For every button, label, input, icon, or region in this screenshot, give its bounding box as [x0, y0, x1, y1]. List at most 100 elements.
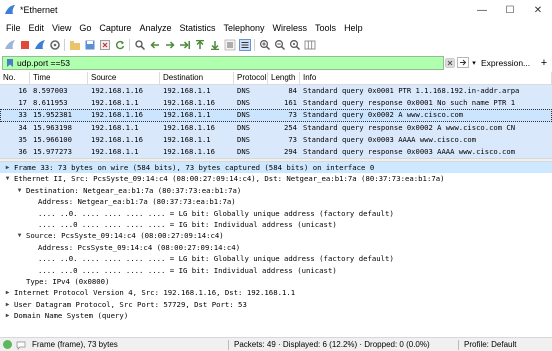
- find-packet-icon[interactable]: [134, 39, 146, 51]
- colorize-icon[interactable]: [238, 39, 251, 51]
- packet-row[interactable]: 34 15.963198 192.168.1.1 192.168.1.16 DNS 254…: [0, 121, 552, 134]
- menu-tools[interactable]: Tools: [311, 20, 340, 36]
- detail-tree-text: Destination: Netgear_ea:b1:7a (80:37:73:…: [26, 185, 242, 195]
- packet-destination: 192.168.1.1: [163, 134, 211, 144]
- detail-tree-text: .... ..0. .... .... .... .... = LG bit: …: [38, 254, 394, 264]
- detail-tree-item[interactable]: ▶ Frame 33: 73 bytes on wire (584 bits), …: [0, 162, 552, 174]
- detail-tree-item[interactable]: ▼ Source: PcsSyste_09:14:c4 (08:00:27:09:…: [0, 230, 552, 241]
- maximize-button[interactable]: ☐: [496, 0, 524, 20]
- column-header-time[interactable]: Time: [30, 72, 88, 84]
- display-filter-bar: udp.port ==53 ▾ Expression... +: [0, 55, 552, 71]
- close-button[interactable]: ✕: [524, 0, 552, 20]
- detail-tree-item[interactable]: Type: IPv4 (0x0800): [0, 276, 552, 287]
- expression-button[interactable]: Expression...: [481, 56, 530, 70]
- detail-tree-item[interactable]: .... ..0. .... .... .... .... = LG bit: …: [0, 253, 552, 264]
- go-back-icon[interactable]: [149, 39, 161, 51]
- zoom-in-icon[interactable]: [259, 39, 271, 51]
- column-header-protocol[interactable]: Protocol: [234, 72, 268, 84]
- detail-tree-item[interactable]: .... ...0 .... .... .... .... = IG bit: …: [0, 219, 552, 230]
- packet-length: 161: [284, 98, 297, 108]
- packet-protocol: DNS: [237, 146, 250, 156]
- detail-tree-text: Type: IPv4 (0x0800): [26, 276, 110, 286]
- column-header-no[interactable]: No.: [0, 72, 30, 84]
- packet-row[interactable]: 16 8.597003 192.168.1.16 192.168.1.1 DNS 84 St…: [0, 85, 552, 98]
- column-header-destination[interactable]: Destination: [160, 72, 234, 84]
- menu-statistics[interactable]: Statistics: [175, 20, 219, 36]
- capture-comment-icon[interactable]: [16, 340, 26, 350]
- menu-view[interactable]: View: [48, 20, 75, 36]
- menu-go[interactable]: Go: [75, 20, 95, 36]
- minimize-button[interactable]: —: [468, 0, 496, 20]
- save-file-icon[interactable]: [84, 39, 96, 51]
- packet-info: Standard query 0x0002 A www.cisco.com: [303, 110, 464, 120]
- go-first-icon[interactable]: [194, 39, 206, 51]
- detail-tree-text: .... ..0. .... .... .... .... = LG bit: …: [38, 208, 394, 218]
- status-profile[interactable]: Profile: Default: [464, 340, 516, 349]
- detail-tree-text: .... ...0 .... .... .... .... = IG bit: …: [38, 265, 337, 275]
- detail-tree-text: User Datagram Protocol, Src Port: 57729,…: [14, 299, 247, 309]
- packet-length: 254: [284, 122, 297, 132]
- detail-tree-item[interactable]: Address: PcsSyste_09:14:c4 (08:00:27:09:…: [0, 242, 552, 253]
- packet-destination: 192.168.1.16: [163, 146, 215, 156]
- go-forward-icon[interactable]: [164, 39, 176, 51]
- column-header-info[interactable]: Info: [300, 72, 552, 84]
- detail-tree-item[interactable]: ▶ Internet Protocol Version 4, Src: 192.1…: [0, 287, 552, 298]
- collapse-arrow-icon[interactable]: ▼: [15, 230, 24, 241]
- packet-row[interactable]: 33 15.952381 192.168.1.16 192.168.1.1 DNS 73 S…: [0, 109, 552, 122]
- detail-tree-item[interactable]: Address: Netgear_ea:b1:7a (80:37:73:ea:b…: [0, 196, 552, 207]
- packet-destination: 192.168.1.1: [163, 86, 211, 95]
- filter-history-dropdown-icon[interactable]: ▾: [470, 57, 478, 68]
- zoom-out-icon[interactable]: [274, 39, 286, 51]
- packet-list: No. Time Source Destination Protocol Len…: [0, 72, 552, 158]
- packet-row[interactable]: 36 15.977273 192.168.1.1 192.168.1.16 DNS 294…: [0, 145, 552, 158]
- apply-filter-icon[interactable]: [457, 57, 469, 68]
- menu-file[interactable]: File: [2, 20, 25, 36]
- stop-capture-icon[interactable]: [19, 39, 31, 51]
- expand-arrow-icon[interactable]: ▶: [3, 299, 12, 310]
- status-separator: [458, 339, 459, 350]
- detail-tree-item[interactable]: .... ..0. .... .... .... .... = LG bit: …: [0, 208, 552, 219]
- detail-tree-text: Domain Name System (query): [14, 311, 129, 321]
- detail-tree-item[interactable]: .... ...0 .... .... .... .... = IG bit: …: [0, 265, 552, 276]
- restart-capture-icon[interactable]: [34, 39, 46, 51]
- zoom-normal-icon[interactable]: [289, 39, 301, 51]
- detail-tree-item[interactable]: ▼ Ethernet II, Src: PcsSyste_09:14:c4 (08…: [0, 173, 552, 184]
- status-separator: [228, 339, 229, 350]
- column-header-source[interactable]: Source: [88, 72, 160, 84]
- expand-arrow-icon[interactable]: ▶: [3, 162, 12, 173]
- start-capture-icon[interactable]: [4, 39, 16, 51]
- detail-tree-item[interactable]: ▶ Domain Name System (query): [0, 310, 552, 321]
- detail-tree-item[interactable]: ▼ Destination: Netgear_ea:b1:7a (80:37:73…: [0, 185, 552, 196]
- reload-file-icon[interactable]: [114, 39, 126, 51]
- add-filter-button[interactable]: +: [538, 56, 550, 70]
- autoscroll-icon[interactable]: [224, 39, 236, 51]
- expand-arrow-icon[interactable]: ▶: [3, 287, 12, 298]
- resize-columns-icon[interactable]: [304, 39, 316, 51]
- packet-row[interactable]: 17 8.611953 192.168.1.1 192.168.1.16 DNS 161 S…: [0, 97, 552, 110]
- filter-bookmark-icon[interactable]: [5, 58, 15, 68]
- go-to-packet-icon[interactable]: [179, 39, 191, 51]
- menu-edit[interactable]: Edit: [25, 20, 49, 36]
- menu-help[interactable]: Help: [340, 20, 367, 36]
- detail-tree-item[interactable]: ▶ User Datagram Protocol, Src Port: 57729…: [0, 299, 552, 310]
- close-file-icon[interactable]: [99, 39, 111, 51]
- menu-capture[interactable]: Capture: [95, 20, 135, 36]
- packet-row[interactable]: 35 15.966100 192.168.1.16 192.168.1.1 DNS 73 S…: [0, 133, 552, 146]
- collapse-arrow-icon[interactable]: ▼: [15, 185, 24, 196]
- clear-filter-icon[interactable]: [445, 58, 455, 68]
- display-filter-input[interactable]: udp.port ==53: [2, 56, 444, 70]
- packet-protocol: DNS: [237, 122, 250, 132]
- go-last-icon[interactable]: [209, 39, 221, 51]
- open-file-icon[interactable]: [69, 39, 81, 51]
- expert-info-icon[interactable]: [3, 340, 12, 349]
- menu-telephony[interactable]: Telephony: [219, 20, 268, 36]
- menu-bar: File Edit View Go Capture Analyze Statis…: [0, 20, 552, 36]
- column-header-length[interactable]: Length: [268, 72, 300, 84]
- menu-analyze[interactable]: Analyze: [135, 20, 175, 36]
- collapse-arrow-icon[interactable]: ▼: [3, 173, 12, 184]
- packet-details-tree: ▶ Frame 33: 73 bytes on wire (584 bits), …: [0, 162, 552, 334]
- capture-options-icon[interactable]: [49, 39, 61, 51]
- detail-tree-text: Address: Netgear_ea:b1:7a (80:37:73:ea:b…: [38, 197, 236, 207]
- expand-arrow-icon[interactable]: ▶: [3, 310, 12, 321]
- menu-wireless[interactable]: Wireless: [269, 20, 312, 36]
